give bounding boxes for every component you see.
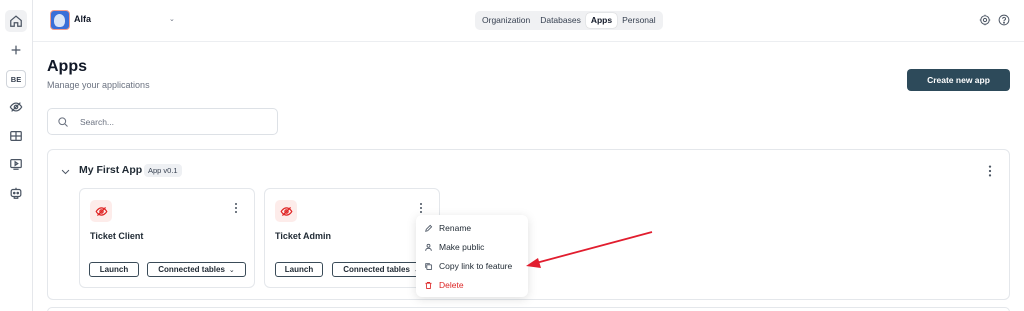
menu-item-label: Copy link to feature: [439, 261, 513, 271]
pencil-icon: [425, 224, 433, 232]
chevron-down-icon: ⌄: [228, 266, 235, 274]
help-circle-icon[interactable]: [998, 14, 1010, 26]
page-subtitle: Manage your applications: [47, 80, 150, 90]
sidebar-rail: BE: [0, 0, 33, 311]
search-input[interactable]: [80, 114, 270, 130]
org-name[interactable]: Alfa: [74, 14, 91, 24]
main-tabs: Organization Databases Apps Personal: [475, 11, 663, 30]
launch-label: Launch: [99, 265, 129, 274]
workspace-badge: BE: [6, 70, 26, 88]
menu-item-delete[interactable]: Delete: [424, 278, 464, 292]
more-vertical-icon[interactable]: [417, 201, 425, 215]
app-icon: [90, 200, 112, 222]
chevron-down-icon[interactable]: [60, 166, 71, 177]
sidebar-item-media[interactable]: [5, 153, 27, 175]
copy-icon: [425, 262, 433, 270]
app-name: Ticket Client: [90, 231, 144, 241]
org-avatar[interactable]: [50, 10, 70, 30]
tab-apps[interactable]: Apps: [585, 13, 618, 28]
app-context-menu: Rename Make public Copy link to feature …: [416, 215, 528, 297]
connected-tables-label: Connected tables: [343, 265, 410, 274]
sidebar-item-bot[interactable]: [5, 182, 27, 204]
user-icon: [425, 243, 432, 251]
menu-item-copy-link[interactable]: Copy link to feature: [424, 259, 512, 273]
launch-button[interactable]: Launch: [275, 262, 323, 277]
trash-icon: [425, 281, 432, 289]
create-new-app-button[interactable]: Create new app: [907, 69, 1010, 91]
menu-item-label: Make public: [439, 242, 485, 252]
video-play-icon: [10, 159, 22, 170]
more-vertical-icon[interactable]: [232, 201, 240, 215]
top-bar: Alfa ⌄ Organization Databases Apps Perso…: [33, 0, 1024, 42]
app-group-title: My First App: [79, 164, 143, 176]
menu-item-make-public[interactable]: Make public: [424, 240, 484, 254]
sidebar-item-tables[interactable]: [5, 125, 27, 147]
home-icon: [10, 15, 22, 27]
plus-icon: [11, 45, 21, 55]
launch-label: Launch: [284, 265, 314, 274]
chevron-down-icon[interactable]: ⌄: [169, 15, 175, 23]
menu-item-rename[interactable]: Rename: [424, 221, 471, 235]
connected-tables-label: Connected tables: [158, 265, 225, 274]
bot-icon: [10, 187, 22, 199]
tab-personal[interactable]: Personal: [617, 13, 661, 28]
search-box: [47, 108, 278, 135]
app-icon: [275, 200, 297, 222]
sidebar-item-home[interactable]: [5, 10, 27, 32]
sidebar-item-apps[interactable]: [5, 96, 27, 118]
app-card-ticket-admin[interactable]: Ticket Admin Launch Connected tables ⌄: [264, 188, 440, 288]
sidebar-item-workspace[interactable]: BE: [5, 68, 27, 90]
search-icon: [58, 117, 68, 127]
more-vertical-icon[interactable]: [985, 164, 995, 178]
eye-off-icon: [280, 206, 292, 216]
connected-tables-button[interactable]: Connected tables ⌄: [147, 262, 246, 277]
eye-off-icon: [9, 102, 23, 112]
launch-button[interactable]: Launch: [89, 262, 139, 277]
menu-item-label: Rename: [439, 223, 472, 233]
version-badge: App v0.1: [144, 164, 182, 177]
next-section-edge: [47, 307, 1010, 311]
page-title: Apps: [47, 58, 87, 75]
tab-databases[interactable]: Databases: [535, 13, 586, 28]
tab-organization[interactable]: Organization: [477, 13, 535, 28]
settings-gear-icon[interactable]: [979, 14, 991, 26]
app-name: Ticket Admin: [275, 231, 332, 241]
menu-item-label: Delete: [439, 280, 464, 290]
eye-off-icon: [95, 206, 107, 216]
table-grid-icon: [10, 131, 22, 141]
sidebar-item-add[interactable]: [5, 39, 27, 61]
app-card-ticket-client[interactable]: Ticket Client Launch Connected tables ⌄: [79, 188, 255, 288]
